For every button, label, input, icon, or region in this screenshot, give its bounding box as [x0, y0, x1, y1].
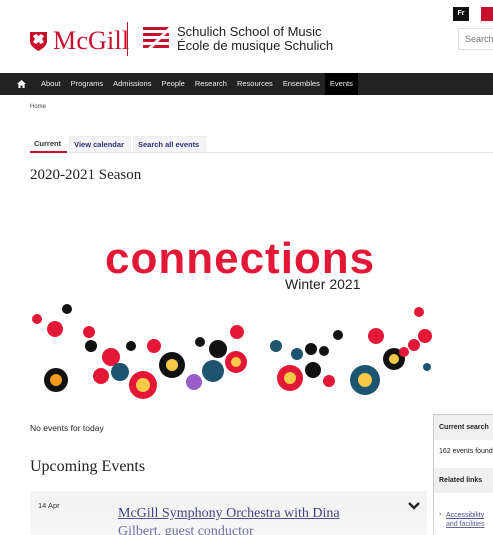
tab-search-all-events[interactable]: Search all events	[132, 136, 207, 152]
nav-item-research[interactable]: Research	[190, 73, 232, 95]
site-header: McGill Schulich School of Music École de…	[0, 0, 493, 72]
school-name: Schulich School of Music École de musiqu…	[177, 25, 333, 53]
home-icon	[16, 80, 26, 88]
mcgill-wordmark: McGill	[53, 26, 130, 55]
related-links-heading: Related links	[434, 468, 493, 493]
school-name-en: Schulich School of Music	[177, 24, 322, 39]
tab-view-calendar[interactable]: View calendar	[69, 136, 131, 152]
banner-title: connections	[105, 234, 376, 283]
link-bullet-icon: ›	[439, 511, 442, 518]
main-nav: About Programs Admissions People Researc…	[0, 73, 493, 95]
nav-item-admissions[interactable]: Admissions	[108, 73, 156, 95]
nav-item-programs[interactable]: Programs	[66, 73, 109, 95]
mcgill-shield-icon	[30, 31, 47, 51]
schulich-logo-icon	[143, 27, 169, 49]
nav-item-events[interactable]: Events	[324, 73, 358, 95]
mcgill-logo[interactable]: McGill	[30, 26, 129, 56]
search-sidebar: Current search 162 events found Related …	[433, 414, 493, 535]
season-title: 2020-2021 Season	[30, 167, 142, 183]
header-accent-button[interactable]	[481, 7, 493, 21]
events-found-count: 162 events found	[439, 448, 493, 455]
language-toggle-button[interactable]: Fr	[453, 7, 469, 21]
nav-item-ensembles[interactable]: Ensembles	[278, 73, 325, 95]
current-search-heading: Current search	[434, 415, 493, 440]
chevron-down-icon[interactable]	[408, 501, 420, 511]
tab-current[interactable]: Current	[30, 136, 68, 153]
event-title-link[interactable]: McGill Symphony Orchestra with Dina Gilb…	[118, 505, 378, 535]
nav-home-button[interactable]	[6, 73, 36, 95]
logo-divider	[127, 22, 128, 56]
no-events-message: No events for today	[30, 423, 104, 433]
nav-item-people[interactable]: People	[156, 73, 189, 95]
nav-item-resources[interactable]: Resources	[232, 73, 278, 95]
upcoming-events-heading: Upcoming Events	[30, 458, 146, 475]
accessibility-link[interactable]: Accessibility and facilities	[446, 511, 493, 529]
event-tabs: Current View calendar Search all events	[30, 136, 493, 153]
emoji-reactions-illustration	[32, 304, 432, 399]
school-name-fr: École de musique Schulich	[177, 38, 334, 53]
breadcrumb[interactable]: Home	[30, 104, 46, 110]
search-input[interactable]: Search	[458, 28, 493, 50]
event-card[interactable]: 14 Apr McGill Symphony Orchestra with Di…	[30, 491, 427, 535]
nav-item-about[interactable]: About	[36, 73, 66, 95]
event-date: 14 Apr	[38, 501, 60, 510]
